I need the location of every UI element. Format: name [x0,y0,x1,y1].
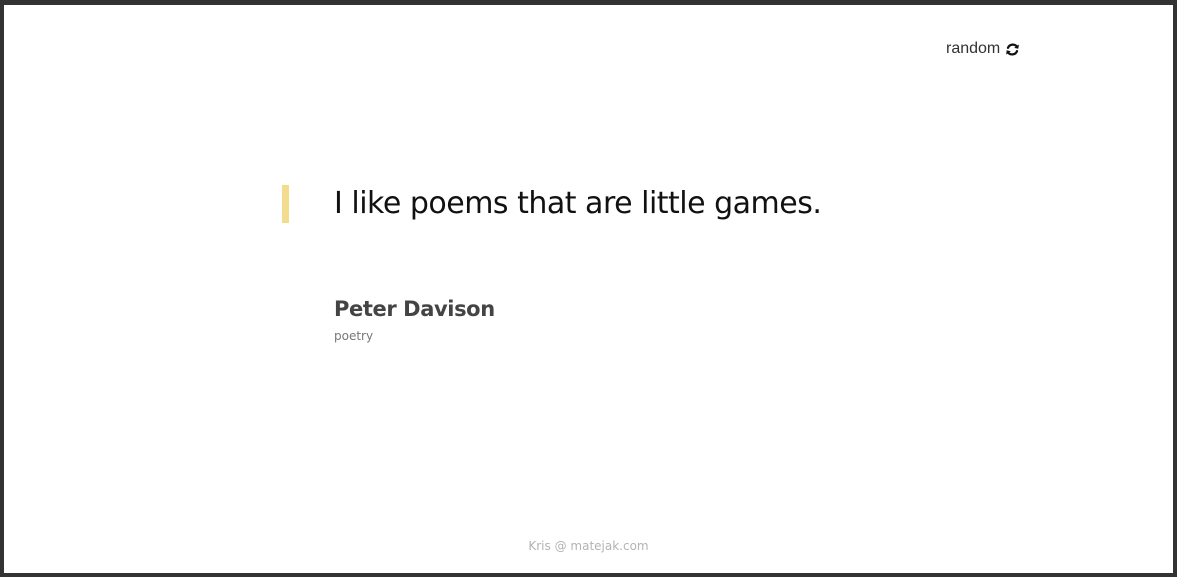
author-name[interactable]: Peter Davison [334,295,495,323]
quote-accent-bar [282,185,289,223]
page: random I like poems that are little game… [4,5,1173,573]
quote-tag[interactable]: poetry [334,328,373,344]
random-button[interactable]: random [946,39,1020,59]
random-label: random [946,40,1001,57]
footer-link[interactable]: matejak.com [570,539,648,553]
refresh-icon [1005,42,1020,57]
quote-text: I like poems that are little games. [334,186,822,221]
footer: Kris @ matejak.com [4,538,1173,554]
window-frame: random I like poems that are little game… [0,0,1177,577]
footer-prefix: Kris @ [528,539,571,553]
